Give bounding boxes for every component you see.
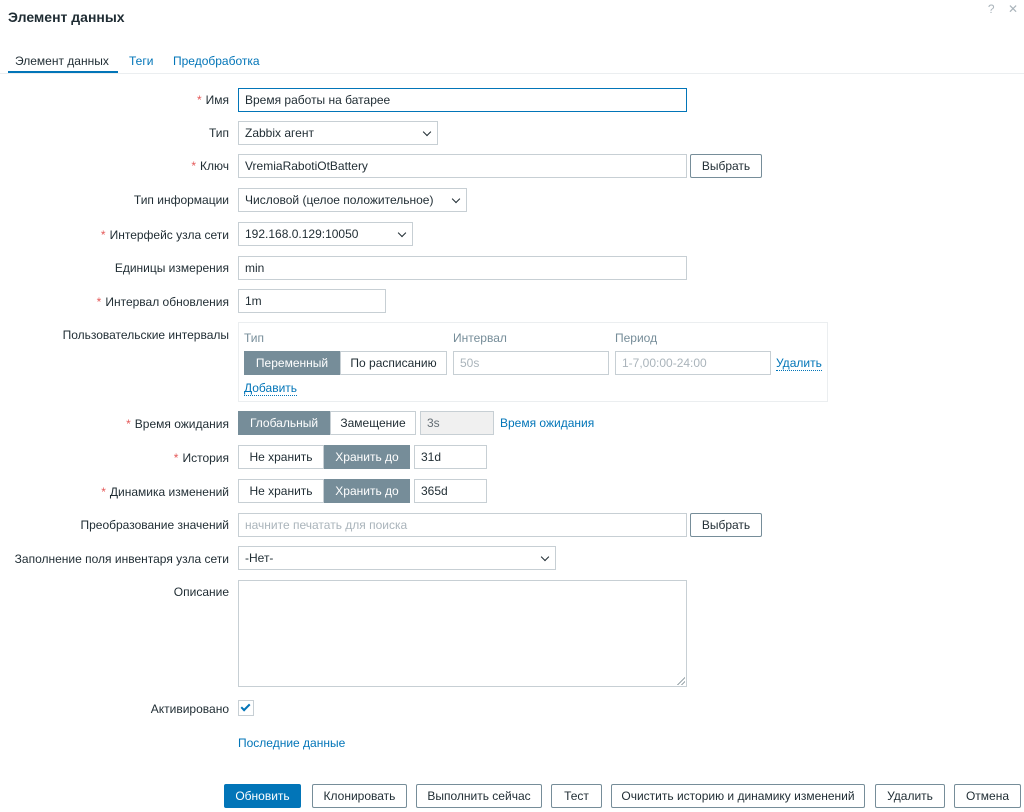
flex-interval-input[interactable]: 50s	[453, 351, 609, 375]
execute-now-button[interactable]: Выполнить сейчас	[416, 784, 542, 808]
checkmark-icon	[240, 701, 251, 712]
info-type-label: Тип информации	[133, 193, 229, 207]
description-label: Описание	[173, 585, 229, 599]
cancel-button[interactable]: Отмена	[954, 784, 1021, 808]
interface-select[interactable]: 192.168.0.129:10050	[238, 222, 413, 246]
valuemap-label: Преобразование значений	[80, 518, 229, 532]
flexible-segment[interactable]: Переменный	[244, 351, 340, 375]
timeout-override-segment[interactable]: Замещение	[330, 411, 416, 435]
chevron-down-icon	[540, 552, 550, 562]
inventory-select[interactable]: -Нет-	[238, 546, 556, 570]
key-input[interactable]: VremiaRabotiOtBattery	[238, 154, 687, 178]
units-label: Единицы измерения	[114, 261, 229, 275]
resize-handle-icon[interactable]	[677, 677, 685, 685]
chevron-down-icon	[422, 127, 432, 137]
interval-input[interactable]: 1m	[238, 289, 386, 313]
timeout-label: * Время ожидания	[126, 417, 229, 431]
clear-history-button[interactable]: Очистить историю и динамику изменений	[611, 784, 865, 808]
valuemap-input[interactable]: начните печатать для поиска	[238, 513, 687, 537]
trends-off-segment[interactable]: Не хранить	[238, 479, 324, 503]
enabled-label: Активировано	[150, 702, 229, 716]
clone-button[interactable]: Клонировать	[312, 784, 407, 808]
tab-item[interactable]: Элемент данных	[15, 54, 109, 68]
trends-on-segment[interactable]: Хранить до	[324, 479, 410, 503]
scheduling-segment[interactable]: По расписанию	[340, 351, 447, 375]
dialog-title: Элемент данных	[8, 9, 125, 25]
type-select[interactable]: Zabbix агент	[238, 121, 438, 145]
timeout-global-segment[interactable]: Глобальный	[238, 411, 330, 435]
type-label: Тип	[208, 126, 229, 140]
description-textarea[interactable]	[238, 580, 687, 687]
key-label: * Ключ	[191, 159, 229, 173]
update-button[interactable]: Обновить	[224, 784, 301, 808]
active-tab-indicator	[8, 71, 118, 73]
chevron-down-icon	[451, 194, 461, 204]
close-icon[interactable]: ✕	[1008, 2, 1018, 16]
test-button[interactable]: Тест	[551, 784, 602, 808]
col-type-header: Тип	[244, 331, 265, 345]
chevron-down-icon	[397, 228, 407, 238]
history-off-segment[interactable]: Не хранить	[238, 445, 324, 469]
col-period-header: Период	[615, 331, 658, 345]
history-on-segment[interactable]: Хранить до	[324, 445, 410, 469]
remove-interval-link[interactable]: Удалить	[776, 356, 822, 371]
latest-data-link[interactable]: Последние данные	[238, 736, 345, 750]
units-input[interactable]: min	[238, 256, 687, 280]
info-type-select[interactable]: Числовой (целое положительное)	[238, 188, 467, 212]
history-label: * История	[173, 451, 229, 465]
enabled-checkbox[interactable]	[238, 700, 254, 716]
col-interval-header: Интервал	[453, 331, 507, 345]
name-label: * Имя	[196, 93, 229, 107]
trends-input[interactable]: 365d	[414, 479, 487, 503]
interface-label: * Интерфейс узла сети	[100, 228, 229, 242]
help-icon[interactable]: ?	[988, 2, 995, 16]
delete-button[interactable]: Удалить	[875, 784, 945, 808]
custom-intervals-label: Пользовательские интервалы	[62, 328, 229, 342]
valuemap-select-button[interactable]: Выбрать	[690, 513, 762, 537]
flex-period-input[interactable]: 1-7,00:00-24:00	[615, 351, 771, 375]
trends-label: * Динамика изменений	[101, 485, 229, 499]
add-interval-link[interactable]: Добавить	[244, 381, 298, 396]
timeout-link[interactable]: Время ожидания	[500, 416, 594, 430]
interval-label: * Интервал обновления	[96, 295, 229, 309]
key-select-button[interactable]: Выбрать	[690, 154, 762, 178]
dialog-controls: ? ✕	[978, 2, 1018, 16]
inventory-label: Заполнение поля инвентаря узла сети	[14, 552, 229, 566]
history-input[interactable]: 31d	[414, 445, 487, 469]
name-input[interactable]: Время работы на батарее	[238, 88, 687, 112]
tab-tags[interactable]: Теги	[129, 54, 153, 68]
timeout-input: 3s	[420, 411, 494, 435]
tabs-divider	[0, 73, 1024, 74]
tab-preprocessing[interactable]: Предобработка	[173, 54, 260, 68]
